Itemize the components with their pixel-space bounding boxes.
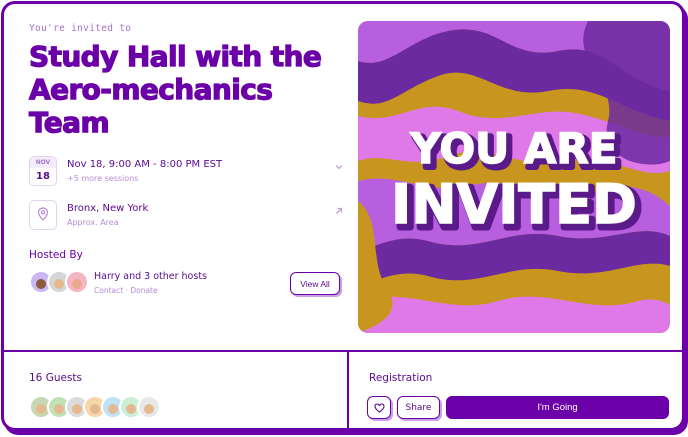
avatar-face (54, 404, 64, 414)
avatar-face (90, 404, 100, 414)
event-card: You're invited to Study Hall with the Ae… (1, 1, 685, 431)
registration-heading: Registration (369, 372, 433, 384)
view-all-button[interactable]: View All (290, 272, 340, 295)
share-button[interactable]: Share (397, 396, 440, 419)
heart-icon (373, 398, 385, 417)
registration-section: Registration Share I'm Going (349, 352, 682, 428)
more-sessions: +5 more sessions (67, 174, 139, 183)
bottom-bar: 16 Guests Registration Share I'm Going (4, 350, 682, 428)
avatar-face (108, 404, 118, 414)
location-name: Bronx, New York (67, 203, 149, 214)
like-button[interactable] (367, 396, 391, 419)
event-time: Nov 18, 9:00 AM - 8:00 PM EST (67, 159, 223, 170)
event-cover-image: YOU ARE YOU ARE INVITED INVITED (358, 21, 670, 333)
cover-text-line1-fill: YOU ARE (410, 124, 618, 173)
cover-text-line2-fill: INVITED (391, 173, 637, 236)
event-title: Study Hall with the Aero-mechanics Team (28, 39, 322, 139)
arrow-up-right-icon[interactable] (334, 206, 344, 219)
avatar-face (36, 404, 46, 414)
host-avatars[interactable] (29, 270, 89, 294)
avatar-face (144, 404, 154, 414)
guests-heading: 16 Guests (29, 372, 83, 384)
map-pin-icon (37, 206, 49, 225)
date-month: NOV (30, 157, 56, 168)
im-going-button[interactable]: I'm Going (446, 396, 669, 419)
avatar (65, 270, 89, 294)
guests-section: 16 Guests (4, 352, 349, 428)
avatar (137, 395, 161, 419)
event-details-section: You're invited to Study Hall with the Ae… (4, 4, 682, 350)
chevron-down-icon[interactable] (334, 162, 344, 175)
location-row[interactable]: Bronx, New York Approx. Area (29, 200, 344, 240)
hosts-summary: Harry and 3 other hosts (94, 271, 207, 282)
avatar-face (126, 404, 136, 414)
host-links[interactable]: Contact · Donate (94, 286, 158, 295)
guest-avatars[interactable] (29, 395, 161, 419)
invite-label: You're invited to (29, 23, 132, 34)
location-badge (29, 200, 57, 230)
date-day: 18 (36, 171, 50, 182)
avatar-face (72, 404, 82, 414)
calendar-date-badge: NOV 18 (29, 156, 57, 186)
hosted-by-heading: Hosted By (29, 249, 83, 261)
location-area: Approx. Area (67, 218, 119, 227)
schedule-row[interactable]: NOV 18 Nov 18, 9:00 AM - 8:00 PM EST +5 … (29, 156, 344, 196)
